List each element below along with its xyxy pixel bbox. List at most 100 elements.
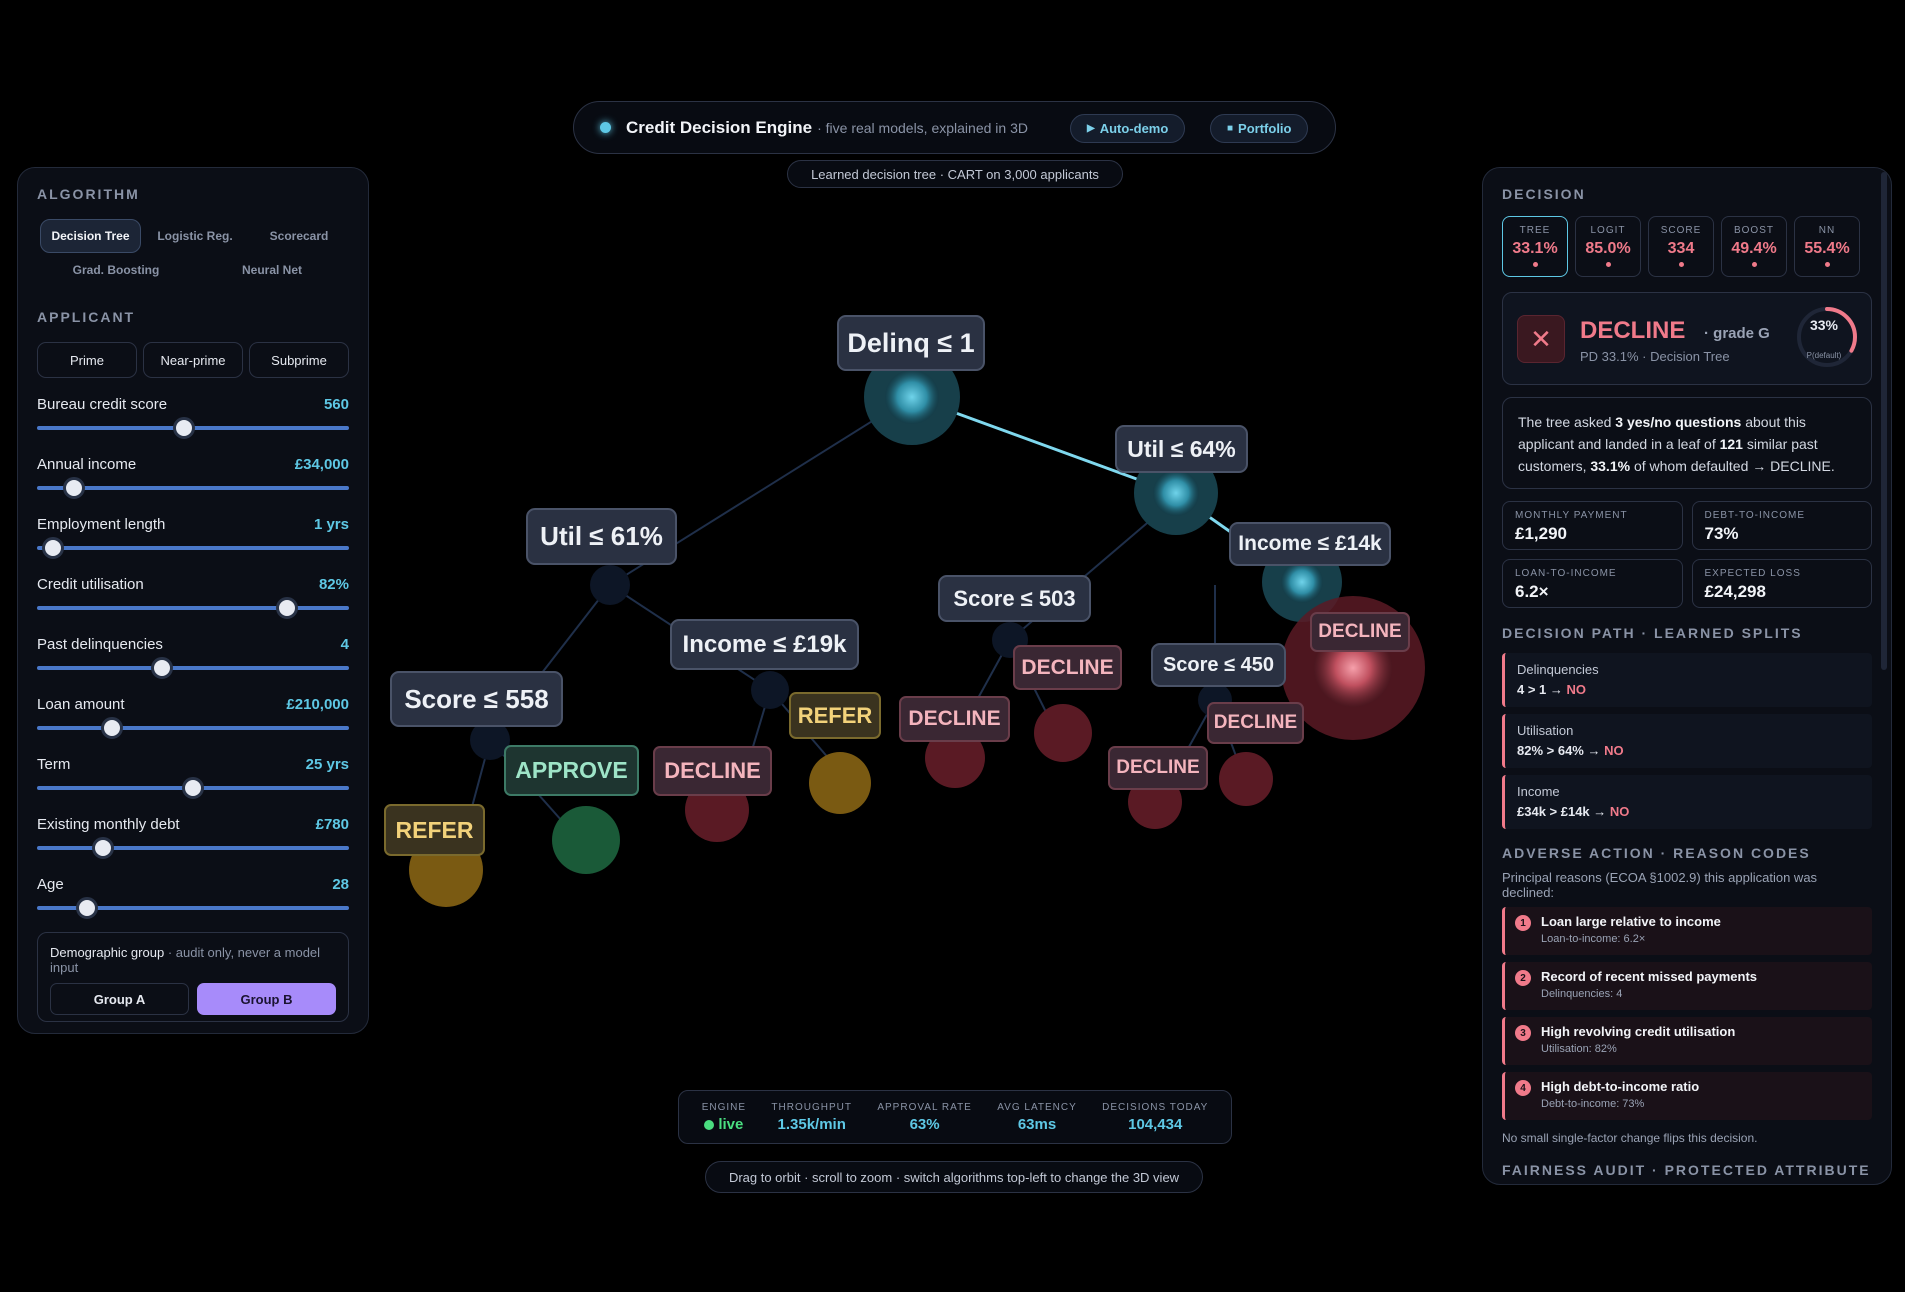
- square-icon: ■: [1227, 123, 1234, 134]
- reason-code: 2 Record of recent missed payments Delinqu…: [1502, 962, 1872, 1010]
- slider-label: Bureau credit score: [37, 396, 168, 413]
- tab-logistic-reg[interactable]: Logistic Reg.: [141, 219, 249, 253]
- reason-code: 1 Loan large relative to income Loan-to-in…: [1502, 907, 1872, 955]
- explain-part: The tree asked: [1518, 414, 1616, 430]
- score-card-boost[interactable]: BOOST 49.4%: [1721, 216, 1787, 277]
- demographic-box: Demographic group · audit only, never a …: [37, 932, 349, 1022]
- reason-number: 4: [1515, 1080, 1531, 1096]
- score-card-nn[interactable]: NN 55.4%: [1794, 216, 1860, 277]
- leaf-label-decline[interactable]: DECLINE: [1013, 645, 1122, 690]
- node-label-score450[interactable]: Score ≤ 450: [1151, 643, 1286, 687]
- leaf-label-decline[interactable]: DECLINE: [1207, 702, 1304, 744]
- metric-value: £1,290: [1515, 524, 1567, 543]
- slider-track[interactable]: [37, 606, 349, 610]
- node-label-score503[interactable]: Score ≤ 503: [938, 575, 1091, 622]
- path-feature: Utilisation: [1517, 723, 1574, 738]
- leaf-label-decline[interactable]: DECLINE: [1310, 612, 1410, 652]
- fairness-title: FAIRNESS AUDIT · PROTECTED ATTRIBUTE: [1502, 1162, 1871, 1178]
- path-rule: 4 > 1 →: [1517, 682, 1563, 697]
- node-label-util64[interactable]: Util ≤ 64%: [1115, 425, 1248, 473]
- preset-prime-button[interactable]: Prime: [37, 342, 137, 378]
- slider-track[interactable]: [37, 846, 349, 850]
- slider-track[interactable]: [37, 726, 349, 730]
- node-sphere-income19: [751, 671, 789, 709]
- slider-row: Past delinquencies 4: [37, 636, 349, 683]
- leaf-label-decline[interactable]: DECLINE: [653, 746, 772, 796]
- score-card-logit[interactable]: LOGIT 85.0%: [1575, 216, 1641, 277]
- leaf-label-approve[interactable]: APPROVE: [504, 745, 639, 796]
- stats-bar: ENGINE live THROUGHPUT 1.35k/min APPROVAL RA…: [678, 1090, 1232, 1144]
- reason-detail: Loan-to-income: 6.2×: [1541, 933, 1646, 945]
- decision-title: DECISION: [1502, 186, 1586, 202]
- node-label-income14[interactable]: Income ≤ £14k: [1229, 522, 1391, 566]
- score-dot-icon: [1678, 262, 1684, 267]
- score-key: NN: [1818, 225, 1836, 236]
- slider-handle[interactable]: [182, 777, 204, 799]
- leaf-label-refer[interactable]: REFER: [789, 692, 881, 739]
- metrics-grid: MONTHLY PAYMENT £1,290 DEBT-TO-INCOME 73% LO…: [1502, 501, 1872, 608]
- node-sphere-util61: [590, 565, 630, 605]
- score-key: LOGIT: [1590, 225, 1626, 236]
- score-card-score[interactable]: SCORE 334: [1648, 216, 1714, 277]
- explanation-text: The tree asked 3 yes/no questions about …: [1502, 397, 1872, 489]
- slider-handle[interactable]: [41, 537, 64, 559]
- node-label-root[interactable]: Delinq ≤ 1: [837, 315, 985, 371]
- tab-decision-tree[interactable]: Decision Tree: [40, 219, 141, 253]
- score-card-tree[interactable]: TREE 33.1%: [1502, 216, 1568, 277]
- slider-label: Existing monthly debt: [37, 816, 180, 833]
- node-label-util61[interactable]: Util ≤ 61%: [526, 508, 677, 565]
- leaf-label-decline[interactable]: DECLINE: [1108, 746, 1208, 790]
- tab-neural-net[interactable]: Neural Net: [195, 253, 349, 287]
- slider-label: Age: [37, 876, 64, 893]
- preset-near-prime-button[interactable]: Near-prime: [143, 342, 243, 378]
- stat-value: 63ms: [1017, 1115, 1057, 1133]
- slider-handle[interactable]: [172, 417, 195, 439]
- close-x-icon: ✕: [1517, 315, 1565, 363]
- leaf-sphere: [552, 806, 620, 874]
- pd-ring-label: P(default): [1806, 351, 1842, 360]
- auto-demo-button[interactable]: ▶ Auto-demo: [1070, 114, 1186, 143]
- leaf-label-decline[interactable]: DECLINE: [899, 696, 1010, 742]
- tab-grad-boosting[interactable]: Grad. Boosting: [37, 253, 195, 287]
- slider-track[interactable]: [37, 666, 349, 670]
- slider-row: Credit utilisation 82%: [37, 576, 349, 623]
- controls-panel: ALGORITHM Decision Tree Logistic Reg. Sc…: [17, 167, 369, 1034]
- flip-note: No small single-factor change flips this…: [1502, 1131, 1758, 1145]
- slider-handle[interactable]: [150, 657, 173, 679]
- applicant-sliders: Bureau credit score 560 Annual income £34,0…: [37, 396, 349, 923]
- stat-key: THROUGHPUT: [771, 1101, 852, 1113]
- leaf-label-refer[interactable]: REFER: [384, 804, 485, 856]
- portfolio-button[interactable]: ■ Portfolio: [1210, 114, 1309, 143]
- slider-label: Past delinquencies: [37, 636, 163, 653]
- path-outcome: NO: [1566, 682, 1587, 697]
- stat-key: DECISIONS TODAY: [1102, 1101, 1209, 1113]
- slider-handle[interactable]: [100, 717, 123, 739]
- group-b-button[interactable]: Group B: [197, 983, 336, 1015]
- preset-subprime-button[interactable]: Subprime: [249, 342, 349, 378]
- tab-scorecard[interactable]: Scorecard: [249, 219, 349, 253]
- stat-throughput: THROUGHPUT 1.35k/min: [771, 1102, 852, 1133]
- slider-handle[interactable]: [91, 837, 114, 859]
- reason-number: 2: [1515, 970, 1531, 986]
- group-a-button[interactable]: Group A: [50, 983, 189, 1015]
- slider-handle[interactable]: [75, 897, 98, 919]
- path-title: DECISION PATH · LEARNED SPLITS: [1502, 625, 1803, 641]
- path-outcome: NO: [1609, 804, 1630, 819]
- grade-label: · grade G: [1704, 325, 1770, 342]
- slider-handle[interactable]: [63, 477, 86, 499]
- auto-demo-label: Auto-demo: [1099, 121, 1169, 136]
- stat-decisions-today: DECISIONS TODAY 104,434: [1102, 1102, 1208, 1133]
- metric-value: 73%: [1704, 524, 1739, 543]
- portfolio-label: Portfolio: [1238, 121, 1292, 136]
- reason-code: 3 High revolving credit utilisation Utilis…: [1502, 1017, 1872, 1065]
- score-key: TREE: [1519, 225, 1551, 236]
- slider-handle[interactable]: [275, 597, 298, 619]
- reason-detail: Delinquencies: 4: [1541, 988, 1623, 1000]
- node-label-income19[interactable]: Income ≤ £19k: [670, 619, 859, 670]
- slider-row: Loan amount £210,000: [37, 696, 349, 743]
- node-label-score558[interactable]: Score ≤ 558: [390, 671, 563, 727]
- slider-row: Employment length 1 yrs: [37, 516, 349, 563]
- explain-bold: 33.1%: [1590, 458, 1631, 474]
- slider-track[interactable]: [37, 546, 349, 550]
- scrollbar[interactable]: [1881, 172, 1887, 670]
